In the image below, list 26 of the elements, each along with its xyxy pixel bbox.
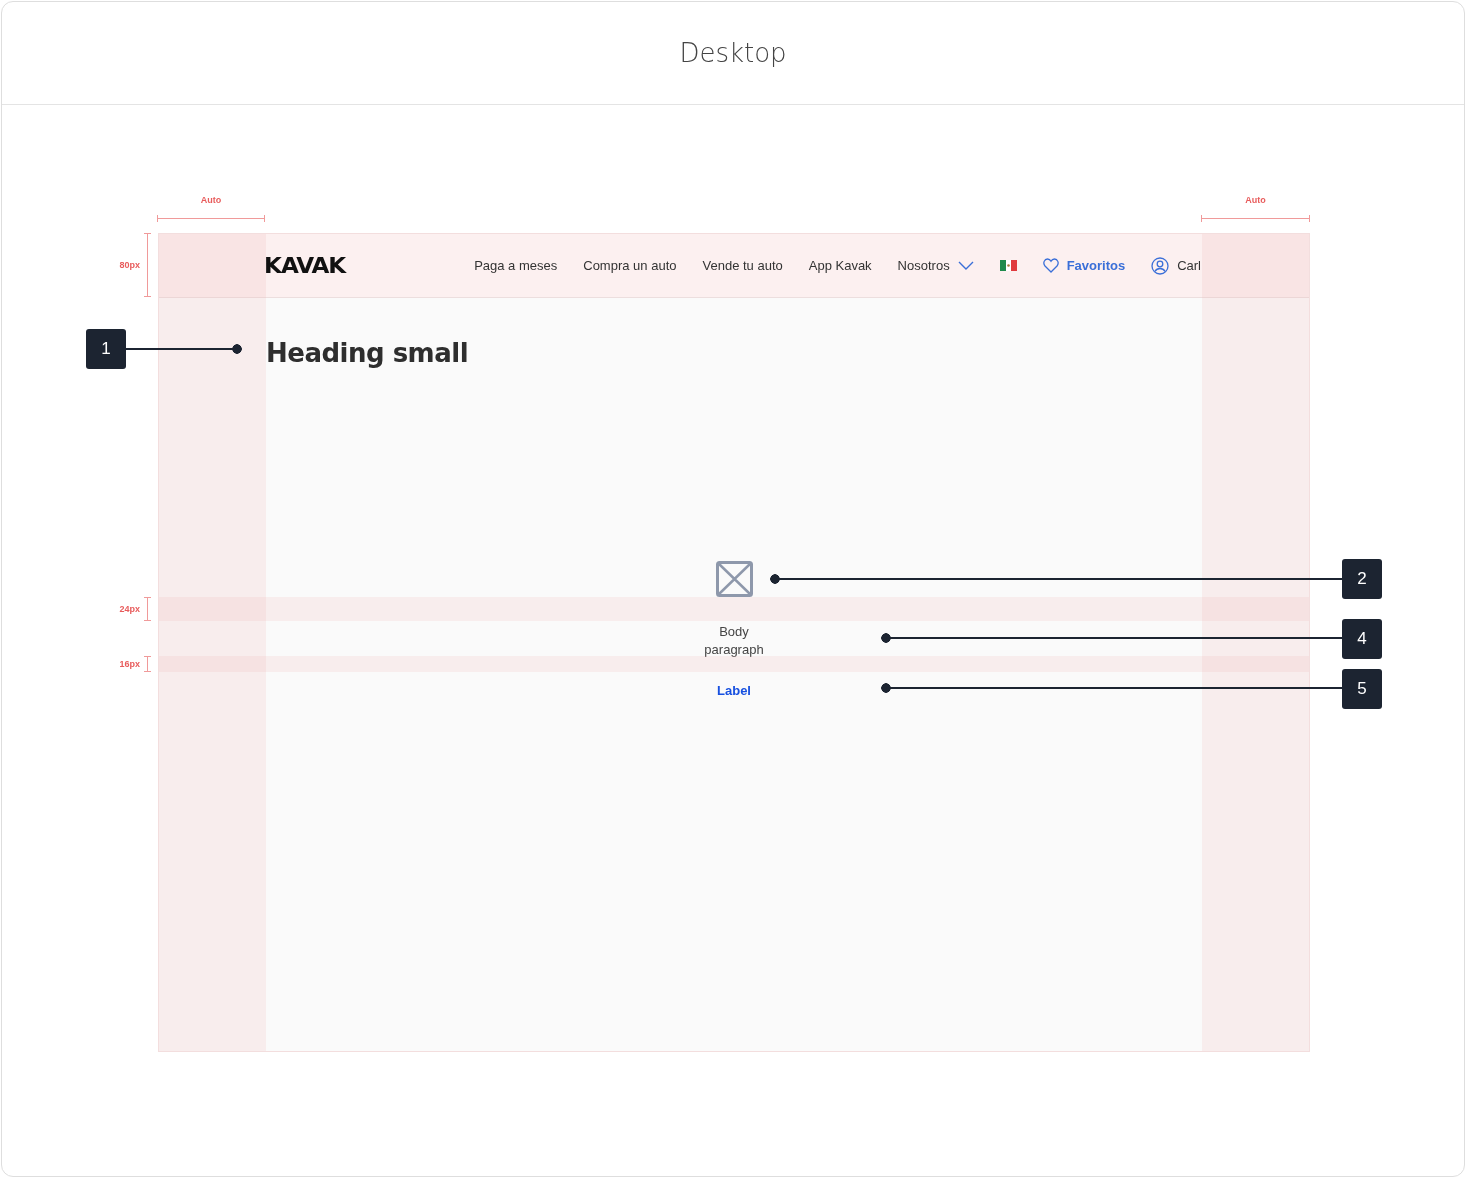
favorites-link[interactable]: Favoritos [1042, 258, 1126, 273]
measurement-label: Auto [1245, 195, 1266, 205]
logo[interactable]: KAVAK [264, 253, 346, 278]
nav-link[interactable]: Compra un auto [583, 258, 677, 273]
nav-link[interactable]: Paga a meses [474, 258, 558, 273]
nav-link[interactable]: Vende tu auto [702, 258, 783, 273]
user-icon [1151, 256, 1170, 275]
measurement-label: 80px [118, 260, 140, 270]
nav-link[interactable]: App Kavak [808, 258, 872, 273]
measurement-label: 16px [118, 659, 140, 669]
image-placeholder-icon [715, 561, 753, 597]
label-link[interactable]: Label [717, 683, 751, 698]
user-link[interactable]: Carl [1151, 256, 1201, 275]
flag-icon[interactable] [999, 260, 1017, 271]
heart-icon [1042, 258, 1059, 273]
callout-number: 4 [1342, 619, 1382, 659]
nav-dropdown[interactable]: Nosotros [897, 258, 974, 273]
body-paragraph: Body paragraph [703, 623, 765, 659]
callout-number: 1 [86, 329, 126, 369]
callout-number: 5 [1342, 669, 1382, 709]
page-title: Desktop [679, 38, 787, 68]
callout-number: 2 [1342, 559, 1382, 599]
heading: Heading small [266, 338, 470, 368]
measurement-label: 24px [118, 604, 140, 614]
chevron-down-icon [957, 260, 974, 271]
measurement-label: Auto [200, 195, 222, 205]
